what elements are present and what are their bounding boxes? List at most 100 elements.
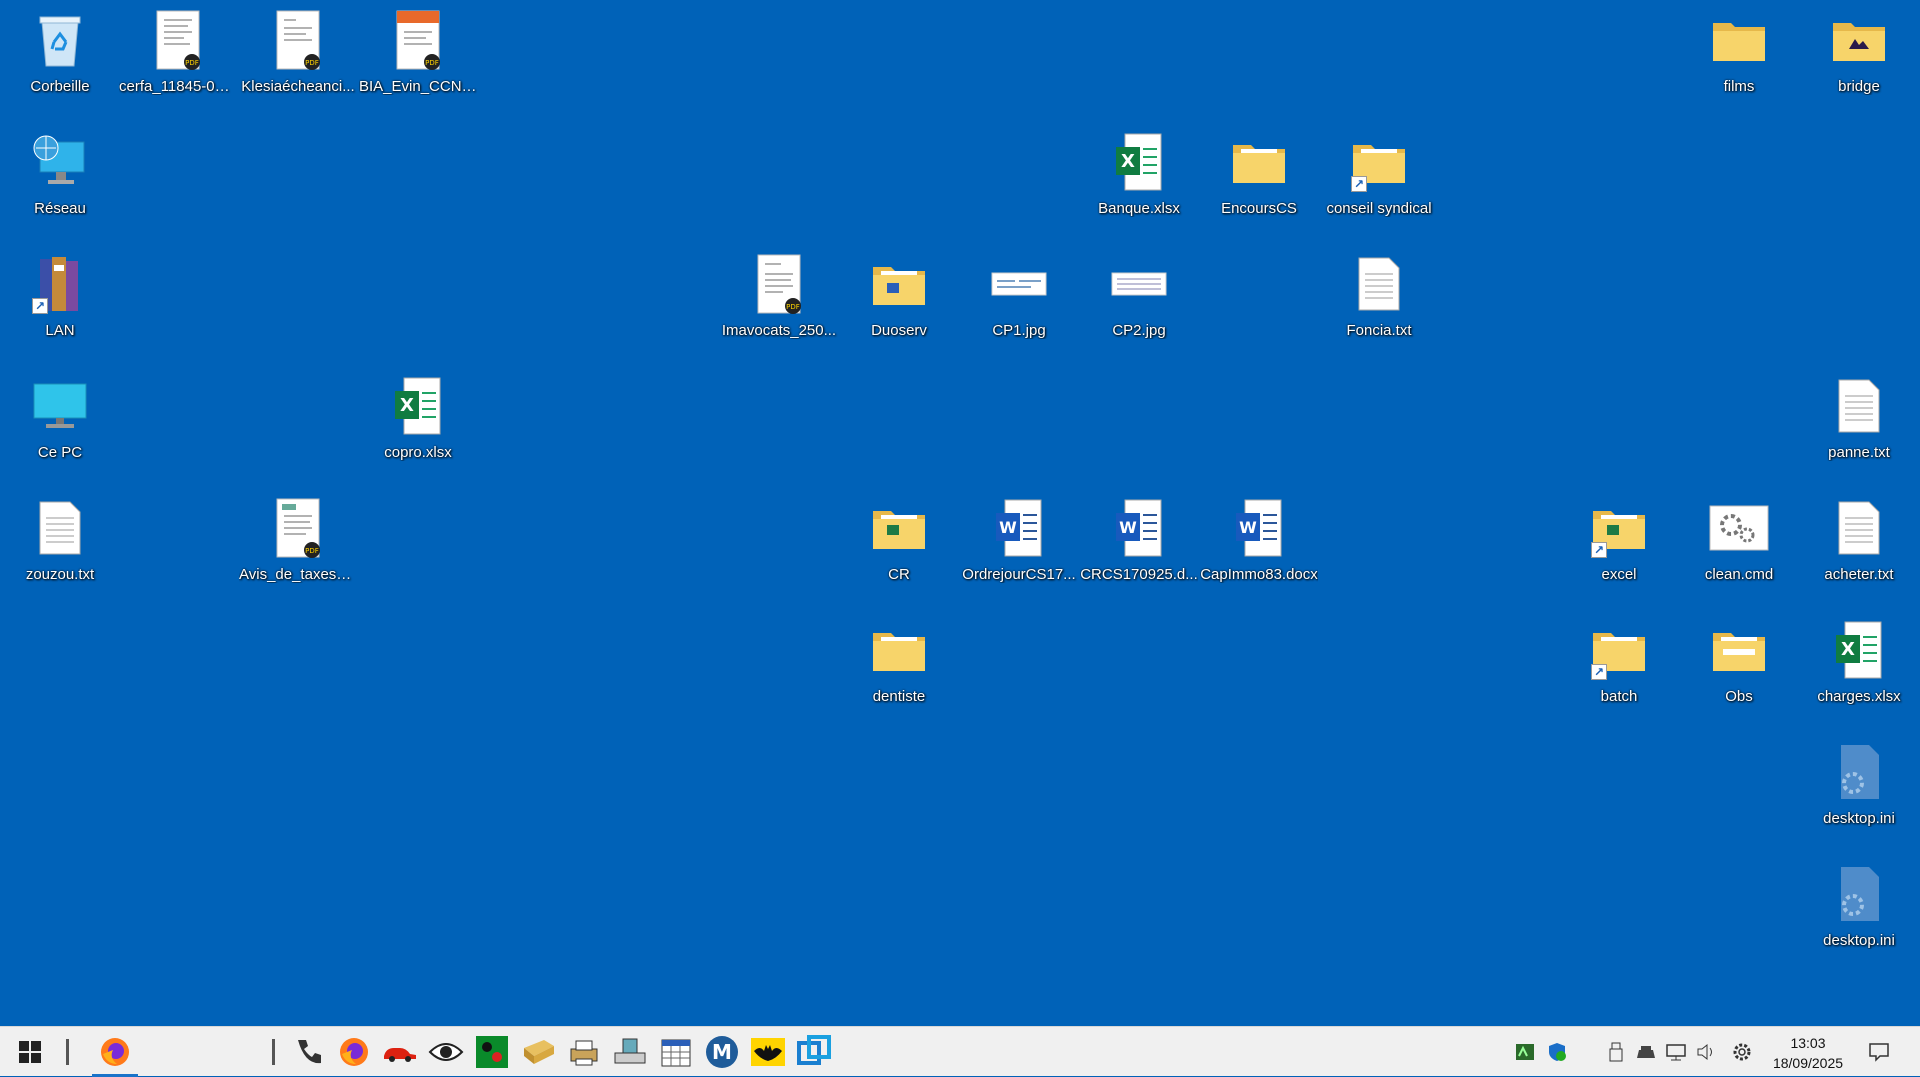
- bia-pdf[interactable]: PDF BIA_Evin_CCN_...: [359, 4, 477, 116]
- folder-icon: [1709, 10, 1769, 70]
- folder-icon: [869, 498, 929, 558]
- icon-label: conseil syndical: [1326, 200, 1432, 217]
- svg-text:X: X: [1121, 151, 1135, 172]
- folder-shortcut-icon: ↗: [1589, 498, 1649, 558]
- obs-folder[interactable]: Obs: [1680, 614, 1798, 726]
- quicklaunch-calendar[interactable]: [656, 1032, 696, 1072]
- pdf-document-icon: PDF: [268, 498, 328, 558]
- icon-label: Ce PC: [37, 444, 83, 461]
- tray-security[interactable]: [1545, 1040, 1569, 1064]
- eye-icon: [428, 1043, 464, 1061]
- usb-drive-icon: [1609, 1042, 1623, 1062]
- settings-file-icon: [1829, 864, 1889, 924]
- quicklaunch-printer[interactable]: [564, 1032, 604, 1072]
- imavocats-pdf[interactable]: PDF Imavocats_250...: [720, 248, 838, 360]
- tray-onedrive[interactable]: [1634, 1040, 1658, 1064]
- calendar-icon: [661, 1039, 691, 1067]
- cloud-drive-icon: [1637, 1046, 1655, 1058]
- cp1-jpg[interactable]: CP1.jpg: [960, 248, 1078, 360]
- icon-label: excel: [1601, 566, 1637, 583]
- zouzou-txt[interactable]: zouzou.txt: [1, 492, 119, 604]
- quicklaunch-eye[interactable]: [426, 1032, 466, 1072]
- tray-network[interactable]: [1664, 1040, 1688, 1064]
- icon-label: CR: [888, 566, 910, 583]
- cr-folder[interactable]: CR: [840, 492, 958, 604]
- text-file-icon: [30, 498, 90, 558]
- films-folder[interactable]: films: [1680, 4, 1798, 116]
- bridge-folder[interactable]: bridge: [1800, 4, 1918, 116]
- quicklaunch-firefox[interactable]: [334, 1032, 374, 1072]
- toolbar-separator: [272, 1039, 275, 1065]
- banque-xlsx[interactable]: X Banque.xlsx: [1080, 126, 1198, 238]
- conseil-syndical-shortcut[interactable]: ↗ conseil syndical: [1320, 126, 1438, 238]
- tray-usb[interactable]: [1604, 1040, 1628, 1064]
- avis-taxes-pdf[interactable]: PDF Avis_de_taxes_f...: [239, 492, 357, 604]
- acheter-txt[interactable]: acheter.txt: [1800, 492, 1918, 604]
- clock-date: 18/09/2025: [1772, 1055, 1844, 1071]
- speaker-icon: [1697, 1043, 1712, 1061]
- text-file-icon: [1829, 498, 1889, 558]
- icon-label: LAN: [45, 322, 75, 339]
- this-pc-shortcut[interactable]: Ce PC: [1, 370, 119, 482]
- foncia-txt[interactable]: Foncia.txt: [1320, 248, 1438, 360]
- svg-text:X: X: [1841, 639, 1855, 660]
- tray-volume[interactable]: [1694, 1040, 1718, 1064]
- bat-logo-icon: [751, 1038, 785, 1066]
- charges-xlsx[interactable]: X charges.xlsx: [1800, 614, 1918, 726]
- quicklaunch-m-app[interactable]: M: [702, 1032, 742, 1072]
- icon-label: Imavocats_250...: [721, 322, 837, 339]
- virtual-machine-icon: [797, 1035, 831, 1065]
- recycle-bin-shortcut[interactable]: Corbeille: [1, 4, 119, 116]
- klesia-pdf[interactable]: PDF Klesiaécheanci...: [239, 4, 357, 116]
- clean-cmd[interactable]: clean.cmd: [1680, 492, 1798, 604]
- svg-text:PDF: PDF: [185, 59, 199, 67]
- duoserv-folder[interactable]: Duoserv: [840, 248, 958, 360]
- copro-xlsx[interactable]: X copro.xlsx: [359, 370, 477, 482]
- crcs-docx[interactable]: W CRCS170925.d...: [1080, 492, 1198, 604]
- desktop-ini-1[interactable]: desktop.ini: [1800, 736, 1918, 848]
- quicklaunch-scanner[interactable]: [610, 1032, 650, 1072]
- cerfa-pdf[interactable]: PDF cerfa_11845-03....: [119, 4, 237, 116]
- excel-file-icon: X: [388, 376, 448, 436]
- folder-icon: [1229, 132, 1289, 192]
- dentiste-folder[interactable]: dentiste: [840, 614, 958, 726]
- svg-text:W: W: [1239, 518, 1257, 537]
- quicklaunch-phone[interactable]: [288, 1032, 328, 1072]
- clock[interactable]: 13:03 18/09/2025: [1748, 1033, 1868, 1073]
- batch-folder-shortcut[interactable]: ↗ batch: [1560, 614, 1678, 726]
- desktop[interactable]: Corbeille PDF cerfa_11845-03.... PDF Kle…: [0, 0, 1920, 1026]
- folder-shortcut-icon: ↗: [1589, 620, 1649, 680]
- capimmo-docx[interactable]: W CapImmo83.docx: [1200, 492, 1318, 604]
- folder-icon: [869, 254, 929, 314]
- cards-game-icon: [476, 1036, 508, 1068]
- lan-shortcut[interactable]: ↗ LAN: [1, 248, 119, 360]
- quicklaunch-drive[interactable]: [518, 1032, 558, 1072]
- windows-logo-icon: [19, 1041, 41, 1063]
- quicklaunch-solitaire[interactable]: [472, 1032, 512, 1072]
- network-icon: [30, 132, 90, 192]
- ordrejour-docx[interactable]: W OrdrejourCS17...: [960, 492, 1078, 604]
- quicklaunch-car[interactable]: [380, 1032, 420, 1072]
- pdf-document-icon: PDF: [749, 254, 809, 314]
- tray-app-green[interactable]: [1513, 1040, 1537, 1064]
- icon-label: dentiste: [872, 688, 926, 705]
- network-shortcut[interactable]: Réseau: [1, 126, 119, 238]
- desktop-ini-2[interactable]: desktop.ini: [1800, 858, 1918, 970]
- start-button[interactable]: [10, 1032, 50, 1072]
- svg-text:W: W: [999, 518, 1017, 537]
- m-logo-icon: M: [706, 1036, 738, 1068]
- phone-icon: [298, 1040, 321, 1064]
- shortcut-arrow-icon: ↗: [1591, 664, 1607, 680]
- cp2-jpg[interactable]: CP2.jpg: [1080, 248, 1198, 360]
- taskbar-firefox-active[interactable]: [92, 1032, 138, 1077]
- encourscs-folder[interactable]: EncoursCS: [1200, 126, 1318, 238]
- books-shortcut-icon: ↗: [30, 254, 90, 314]
- svg-text:PDF: PDF: [305, 59, 319, 67]
- action-center-button[interactable]: [1867, 1040, 1891, 1064]
- settings-file-icon: [1829, 742, 1889, 802]
- quicklaunch-batman[interactable]: [748, 1032, 788, 1072]
- icon-label: CP2.jpg: [1112, 322, 1166, 339]
- panne-txt[interactable]: panne.txt: [1800, 370, 1918, 482]
- quicklaunch-virtualbox[interactable]: [794, 1032, 834, 1072]
- excel-folder-shortcut[interactable]: ↗ excel: [1560, 492, 1678, 604]
